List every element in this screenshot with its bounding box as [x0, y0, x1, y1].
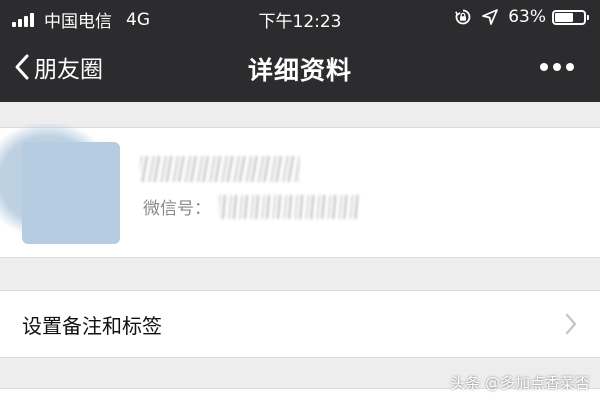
status-bar: 中国电信 4G 下午12:23 63% — [0, 0, 600, 34]
watermark-text: 头条 @多加点香菜否 — [450, 374, 590, 392]
navigation-bar: 朋友圈 详细资料 — [0, 40, 600, 96]
set-remarks-and-tags-row[interactable]: 设置备注和标签 — [0, 290, 600, 358]
top-bar: 中国电信 4G 下午12:23 63% 朋友圈 详细资料 — [0, 0, 600, 102]
battery-fill — [555, 12, 573, 22]
nickname-redacted — [140, 156, 300, 182]
wechat-id-row: 微信号： — [143, 194, 359, 219]
avatar[interactable] — [22, 142, 120, 244]
profile-card: 微信号： — [0, 124, 600, 258]
battery-icon — [552, 9, 589, 25]
location-arrow-icon — [482, 9, 499, 25]
status-right: 63% — [454, 7, 589, 27]
wechat-id-redacted — [219, 194, 359, 219]
wechat-id-label: 微信号： — [143, 199, 211, 219]
page-title: 详细资料 — [247, 56, 352, 85]
rotation-lock-icon — [454, 8, 472, 26]
set-remarks-and-tags-label: 设置备注和标签 — [22, 314, 162, 338]
more-options-icon[interactable] — [535, 63, 574, 71]
chevron-right-icon — [565, 313, 577, 335]
battery-percent: 63% — [508, 7, 546, 27]
